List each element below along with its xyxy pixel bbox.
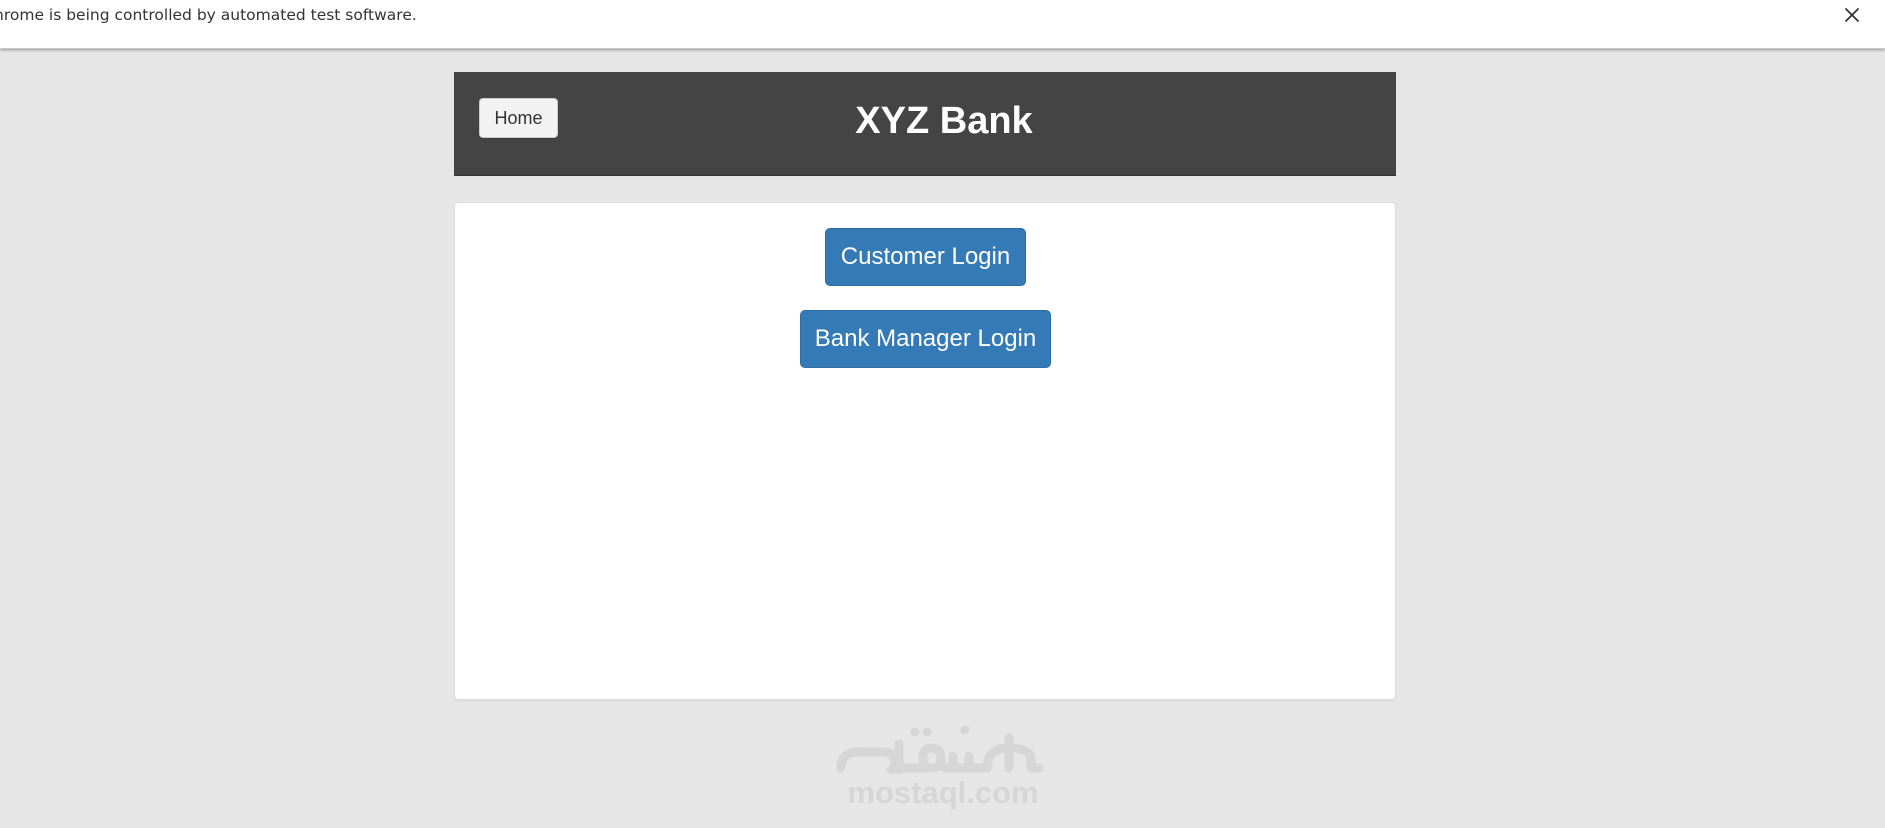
- bank-manager-login-button[interactable]: Bank Manager Login: [800, 310, 1051, 368]
- watermark-text: mostaql.com: [847, 775, 1038, 810]
- mostaql-logo: mostaql.com: [836, 725, 1044, 810]
- login-panel: Customer Login Bank Manager Login: [454, 202, 1396, 700]
- close-icon[interactable]: [1841, 4, 1863, 26]
- page-title: XYZ Bank: [855, 100, 1033, 142]
- customer-login-button[interactable]: Customer Login: [825, 228, 1026, 286]
- bank-header: Home XYZ Bank: [454, 72, 1396, 176]
- automation-infobar: hrome is being controlled by automated t…: [0, 0, 1885, 49]
- automation-message: hrome is being controlled by automated t…: [0, 6, 417, 24]
- close-icon-glyph: [1845, 8, 1859, 22]
- mostaql-watermark: mostaql.com: [833, 708, 1053, 812]
